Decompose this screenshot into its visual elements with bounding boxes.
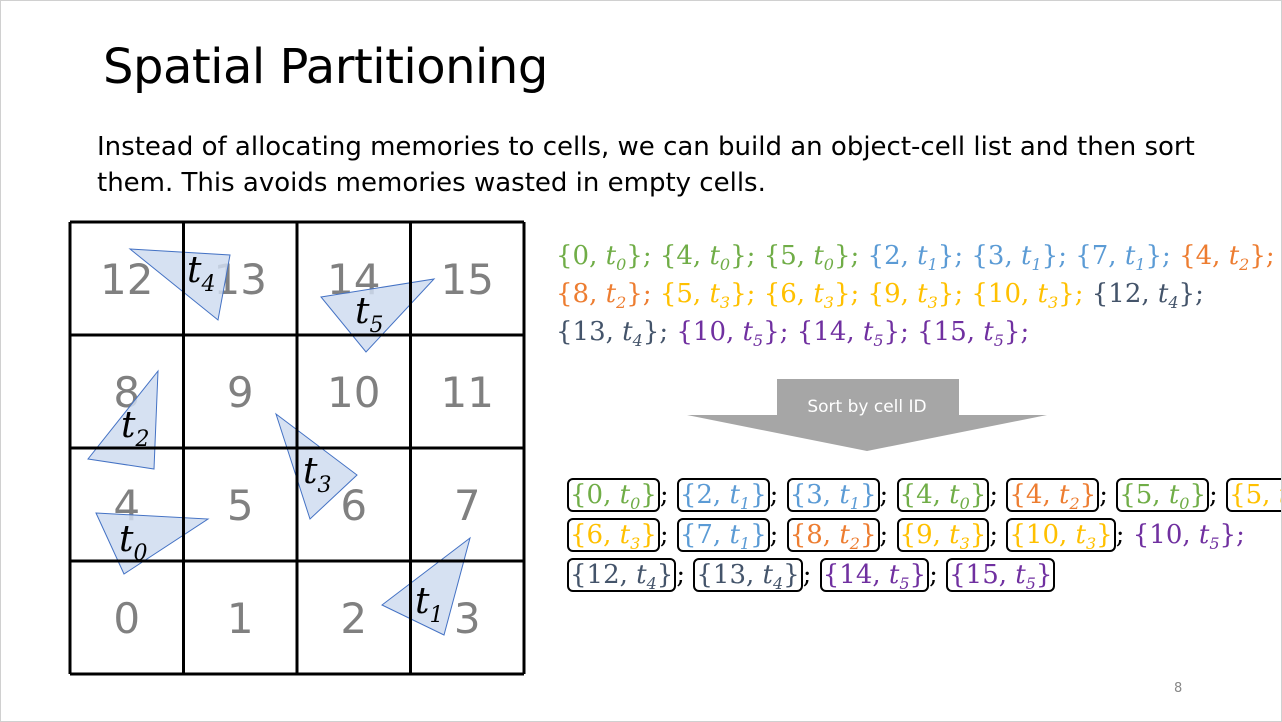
cell-number: 3: [454, 594, 481, 643]
slide: Spatial Partitioning Instead of allocati…: [0, 0, 1282, 722]
object-cell-pair: {0, t0}: [567, 478, 660, 512]
object-cell-pair: {3, t1}: [971, 241, 1059, 274]
sort-label: Sort by cell ID: [807, 397, 927, 417]
cell-number: 10: [327, 368, 380, 417]
object-cell-pair: {9, t3}: [867, 279, 955, 312]
sorted-line: {12, t4}; {13, t4}; {14, t5}; {15, t5}: [567, 558, 1056, 592]
object-cell-pair: {6, t3}: [763, 279, 851, 312]
object-cell-pair: {10, t5}: [1132, 520, 1237, 553]
object-cell-pair: {10, t3}: [971, 279, 1075, 312]
object-cell-pair: {9, t3}: [896, 518, 990, 552]
object-cell-pair: {10, t5}: [676, 317, 780, 350]
cell-number: 9: [227, 368, 254, 417]
cell-number: 7: [454, 481, 481, 530]
unsorted-line: {0, t0}; {4, t0}; {5, t0}; {2, t1}; {3, …: [556, 241, 1275, 274]
object-cell-pair: {2, t1}: [867, 241, 955, 274]
object-cell-pair: {0, t0}: [556, 241, 643, 274]
triangle-t0: [95, 512, 210, 575]
sorted-line: {0, t0}; {2, t1}; {3, t1}; {4, t0}; {4, …: [567, 478, 1281, 512]
object-cell-pair: {7, t1}: [1075, 241, 1163, 274]
object-cell-pair: {8, t2}: [556, 279, 643, 312]
object-cell-pair: {5, t0}: [1116, 478, 1210, 512]
cell-number: 15: [441, 255, 494, 304]
unsorted-line: {8, t2}; {5, t3}; {6, t3}; {9, t3}; {10,…: [556, 279, 1204, 312]
page-number: 8: [1174, 681, 1183, 696]
object-cell-pair: {5, t3}: [659, 279, 747, 312]
object-cell-pair: {14, t5}: [819, 558, 930, 592]
cell-number: 1: [227, 594, 254, 643]
object-cell-pair: {4, t0}: [896, 478, 990, 512]
object-cell-pair: {13, t4}: [693, 558, 803, 592]
sorted-line: {6, t3}; {7, t1}; {8, t2}; {9, t3}; {10,…: [567, 518, 1245, 553]
object-cell-pair: {8, t2}: [786, 518, 880, 552]
object-cell-pair: {12, t4}: [1091, 279, 1196, 312]
cell-number: 5: [227, 481, 254, 530]
cell-number: 12: [100, 255, 153, 304]
object-cell-pair: {4, t0}: [659, 241, 747, 274]
object-cell-pair: {13, t4}: [556, 317, 660, 350]
object-cell-pair: {12, t4}: [567, 558, 677, 592]
object-cell-pair: {5, t3}: [1226, 478, 1281, 512]
object-cell-pair: {10, t3}: [1006, 518, 1116, 552]
object-cell-pair: {4, t2}: [1179, 241, 1266, 274]
object-cell-pair: {7, t1}: [676, 518, 770, 552]
object-cell-pair: {4, t2}: [1006, 478, 1100, 512]
object-cell-pair: {2, t1}: [676, 478, 770, 512]
object-cell-pair: {14, t5}: [796, 317, 901, 350]
cell-number: 11: [441, 368, 494, 417]
object-cell-pair: {15, t5}: [946, 558, 1056, 592]
object-cell-pair: {6, t3}: [567, 518, 660, 552]
cell-number: 0: [113, 594, 140, 643]
object-cell-pair: {3, t1}: [786, 478, 880, 512]
object-cell-pair: {5, t0}: [763, 241, 851, 274]
cell-number: 6: [340, 481, 367, 530]
unsorted-line: {13, t4}; {10, t5}; {14, t5}; {15, t5};: [556, 317, 1030, 350]
grid-diagram: 12 13 14 158 9 10 114 5 6 70 1 2 3t0t1t2t3t4t5: [68, 220, 526, 676]
object-cell-pair: {15, t5}: [917, 317, 1021, 350]
cell-number: 2: [340, 594, 367, 643]
